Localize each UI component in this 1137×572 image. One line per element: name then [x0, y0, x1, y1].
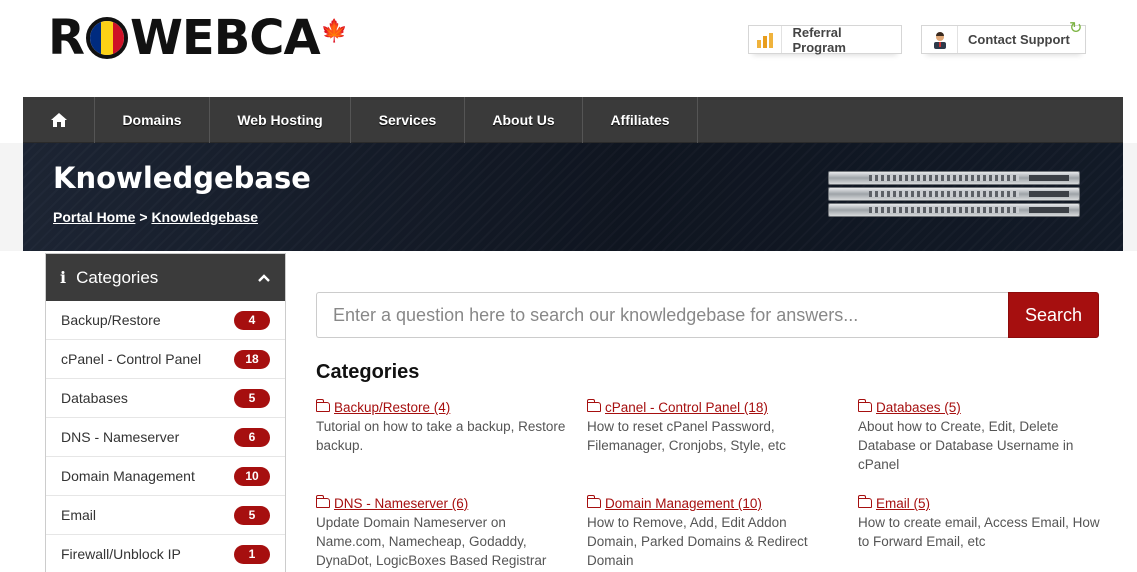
- sidebar-item-cpanel[interactable]: cPanel - Control Panel 18: [46, 340, 285, 379]
- category-description: How to Remove, Add, Edit Addon Domain, P…: [587, 515, 808, 568]
- category-link-dns-nameserver[interactable]: DNS - Nameserver (6): [315, 494, 566, 513]
- category-link-text: Email (5): [876, 496, 931, 511]
- main-navigation: Domains Web Hosting Services About Us Af…: [23, 97, 1123, 143]
- nav-item-domains[interactable]: Domains: [95, 97, 210, 143]
- sidebar-item-dns-nameserver[interactable]: DNS - Nameserver 6: [46, 418, 285, 457]
- romania-flag-icon: [85, 17, 128, 59]
- nav-item-about-us[interactable]: About Us: [465, 97, 583, 143]
- sidebar-header[interactable]: i Categories: [46, 254, 285, 301]
- sidebar-item-email[interactable]: Email 5: [46, 496, 285, 535]
- folder-open-icon: [315, 494, 330, 508]
- category-card: cPanel - Control Panel (18) How to reset…: [586, 398, 837, 455]
- category-card: DNS - Nameserver (6) Update Domain Names…: [315, 494, 566, 570]
- folder-open-icon: [586, 398, 601, 412]
- page-header-banner: Knowledgebase Portal Home > Knowledgebas…: [23, 143, 1123, 251]
- category-link-text: cPanel - Control Panel (18): [605, 400, 768, 415]
- category-link-email[interactable]: Email (5): [857, 494, 1103, 513]
- referral-program-button[interactable]: Referral Program: [748, 24, 902, 55]
- sidebar-item-databases[interactable]: Databases 5: [46, 379, 285, 418]
- search-button[interactable]: Search: [1008, 292, 1099, 338]
- category-description: How to reset cPanel Password, Filemanage…: [587, 419, 786, 453]
- sidebar-item-label: cPanel - Control Panel: [61, 351, 202, 367]
- folder-open-icon: [586, 494, 601, 508]
- category-card: Domain Management (10) How to Remove, Ad…: [586, 494, 837, 570]
- categories-heading: Categories: [316, 361, 420, 383]
- home-nav-button[interactable]: [23, 97, 95, 143]
- breadcrumb: Portal Home > Knowledgebase: [53, 209, 258, 225]
- category-link-backup-restore[interactable]: Backup/Restore (4): [315, 398, 566, 417]
- count-badge: 5: [234, 505, 270, 525]
- sidebar-item-backup-restore[interactable]: Backup/Restore 4: [46, 301, 285, 340]
- sidebar-item-label: DNS - Nameserver: [61, 429, 180, 445]
- knowledgebase-search: Search: [316, 292, 1099, 338]
- maple-leaf-icon: 🍁: [320, 18, 348, 44]
- page-title: Knowledgebase: [53, 161, 311, 195]
- home-icon: [50, 113, 67, 127]
- info-icon: i: [60, 268, 67, 287]
- folder-open-icon: [857, 494, 872, 508]
- category-link-text: Domain Management (10): [605, 496, 762, 511]
- category-card: Databases (5) About how to Create, Edit,…: [857, 398, 1103, 474]
- category-link-databases[interactable]: Databases (5): [857, 398, 1103, 417]
- category-link-cpanel[interactable]: cPanel - Control Panel (18): [586, 398, 837, 417]
- category-description: About how to Create, Edit, Delete Databa…: [858, 419, 1074, 472]
- count-badge: 6: [234, 427, 270, 447]
- sidebar-item-label: Email: [61, 507, 97, 523]
- sidebar-item-label: Backup/Restore: [61, 312, 161, 328]
- sidebar-item-label: Domain Management: [61, 468, 195, 484]
- contact-support-label: Contact Support: [968, 32, 1070, 47]
- site-logo[interactable]: R WEBCA 🍁: [48, 10, 348, 66]
- category-link-text: Backup/Restore (4): [334, 400, 451, 415]
- nav-item-services[interactable]: Services: [351, 97, 465, 143]
- count-badge: 18: [234, 349, 270, 369]
- referral-program-label: Referral Program: [792, 24, 846, 55]
- bar-chart-icon: [749, 26, 783, 53]
- sidebar-item-label: Databases: [61, 390, 128, 406]
- folder-open-icon: [857, 398, 872, 412]
- sidebar-item-domain-management[interactable]: Domain Management 10: [46, 457, 285, 496]
- logo-text-right: WEBCA: [129, 10, 321, 66]
- search-input[interactable]: [316, 292, 1008, 338]
- count-badge: 4: [234, 310, 270, 330]
- sidebar-title: Categories: [76, 267, 159, 287]
- category-description: Tutorial on how to take a backup, Restor…: [316, 419, 566, 453]
- breadcrumb-portal-home[interactable]: Portal Home: [53, 209, 135, 225]
- nav-item-web-hosting[interactable]: Web Hosting: [210, 97, 351, 143]
- category-link-text: Databases (5): [876, 400, 961, 415]
- chevron-up-icon[interactable]: [257, 273, 271, 283]
- refresh-arrow-icon: ↻: [1069, 20, 1083, 37]
- count-badge: 1: [234, 544, 270, 564]
- category-description: How to create email, Access Email, How t…: [858, 515, 1100, 549]
- category-link-text: DNS - Nameserver (6): [334, 496, 469, 511]
- category-card: Backup/Restore (4) Tutorial on how to ta…: [315, 398, 566, 455]
- server-rack-image: [828, 171, 1080, 219]
- support-agent-icon: [922, 26, 958, 53]
- nav-item-affiliates[interactable]: Affiliates: [583, 97, 698, 143]
- breadcrumb-separator: >: [139, 209, 148, 225]
- logo-text-left: R: [48, 10, 85, 66]
- folder-open-icon: [315, 398, 330, 412]
- category-link-domain-management[interactable]: Domain Management (10): [586, 494, 837, 513]
- contact-support-button[interactable]: Contact Support: [921, 25, 1086, 54]
- category-card: Email (5) How to create email, Access Em…: [857, 494, 1103, 551]
- count-badge: 5: [234, 388, 270, 408]
- categories-sidebar: i Categories Backup/Restore 4 cPanel - C…: [45, 253, 286, 572]
- breadcrumb-knowledgebase[interactable]: Knowledgebase: [151, 209, 258, 225]
- count-badge: 10: [234, 466, 270, 486]
- category-description: Update Domain Nameserver on Name.com, Na…: [316, 515, 547, 568]
- sidebar-item-label: Firewall/Unblock IP: [61, 546, 181, 562]
- sidebar-item-firewall-unblock-ip[interactable]: Firewall/Unblock IP 1: [46, 535, 285, 572]
